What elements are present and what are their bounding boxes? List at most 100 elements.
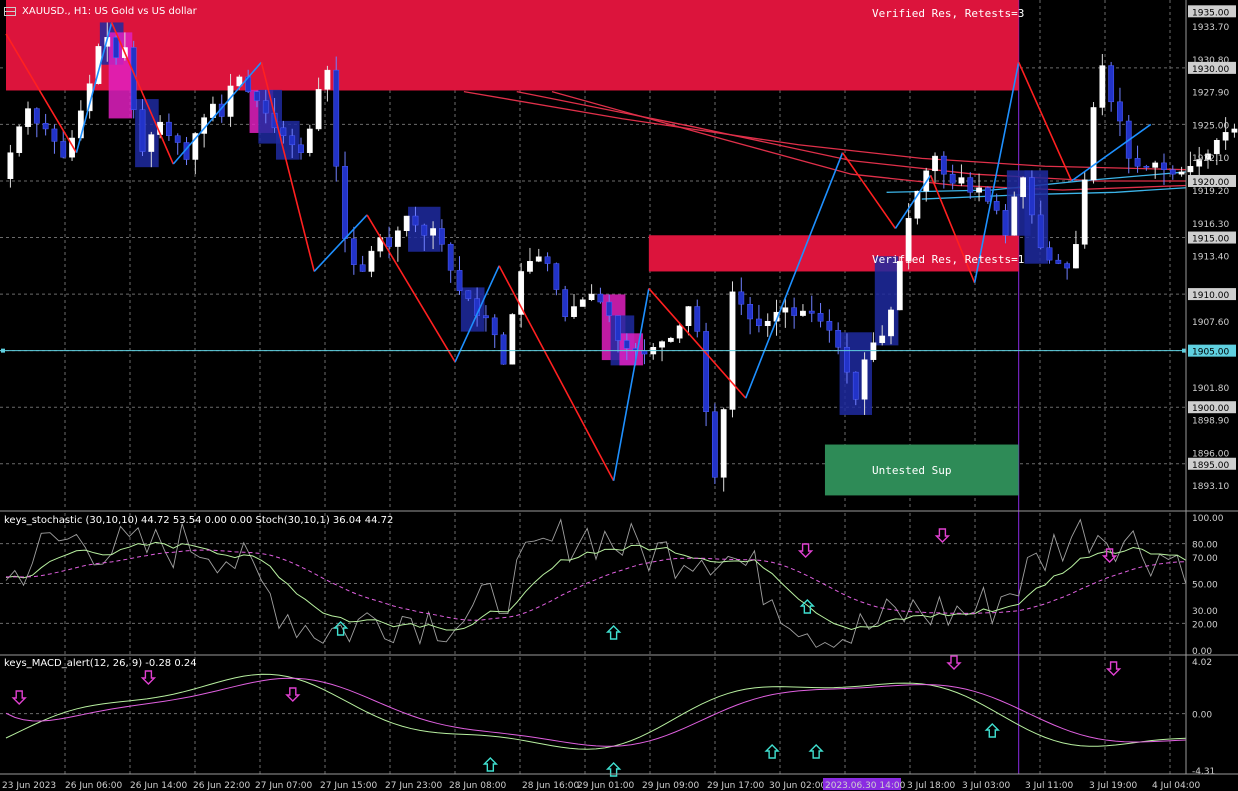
candle-body (289, 135, 296, 146)
candle-body (756, 318, 762, 327)
candle-body (1081, 179, 1088, 245)
time-tick-label: 27 Jun 23:00 (385, 781, 442, 791)
sell-arrow-icon (797, 543, 814, 558)
sell-arrow-icon (1105, 661, 1122, 676)
candle-body (870, 342, 877, 360)
candle-body (764, 320, 771, 327)
candle-body (166, 121, 172, 136)
candle-body (1037, 214, 1044, 248)
buy-arrow-icon (984, 723, 1000, 738)
supply-demand-zones (6, 0, 1019, 496)
candle-body (1213, 140, 1220, 155)
macd-panel (5, 655, 1187, 777)
candle-body (280, 127, 287, 136)
candle-body (1011, 196, 1018, 236)
candle-body (430, 228, 436, 236)
zone-label-resistance-1: Verified Res, Retests=1 (872, 253, 1025, 266)
buy-arrow-icon (482, 757, 499, 772)
candle-body (1064, 263, 1071, 269)
price-tick-label: 1919.20 (1192, 187, 1229, 197)
candle-body (782, 307, 789, 313)
candle-body (817, 313, 824, 322)
candle-body (1134, 158, 1141, 167)
swing-box (874, 256, 899, 346)
price-level-handle (1182, 348, 1186, 353)
candle-body (940, 155, 947, 175)
candle-body (1029, 177, 1035, 216)
candle-body (51, 128, 58, 142)
candlesticks (7, 22, 1238, 492)
time-tick-label: 3 Jul 19:00 (1089, 781, 1138, 791)
time-tick-label: 3 Jul 18:00 (907, 781, 956, 791)
candle-body (958, 177, 965, 184)
candle-body (16, 126, 23, 153)
price-tick-label: 1925.00 (1192, 121, 1229, 131)
candle-body (1099, 65, 1106, 108)
price-tick-label: 1913.40 (1192, 253, 1229, 263)
stochastic-title: keys_stochastic (30,10,10) 44.72 53.54 0… (4, 515, 394, 526)
candle-body (1143, 166, 1150, 168)
macd-main-line (5, 673, 1187, 750)
stoch-tick-label: 70.00 (1192, 554, 1218, 564)
price-tick-label: 1910.00 (1192, 291, 1229, 301)
candle-body (1187, 166, 1194, 173)
candle-body (720, 409, 727, 478)
candle-body (139, 109, 146, 152)
candle-body (588, 293, 595, 300)
price-tick-label: 1916.30 (1192, 220, 1229, 230)
candle-body (509, 314, 516, 365)
candle-body (544, 256, 551, 264)
horizontal-price-line[interactable] (0, 348, 1186, 353)
candle-body (306, 128, 313, 153)
candle-body (579, 299, 586, 307)
candle-body (984, 187, 991, 202)
candle-body (491, 317, 498, 336)
candle-body (439, 228, 445, 245)
candle-body (1152, 162, 1159, 168)
time-tick-label: 28 Jun 16:00 (522, 781, 579, 791)
candle-body (694, 306, 701, 332)
candle-body (597, 293, 604, 303)
stoch-tick-label: 100.00 (1192, 514, 1224, 524)
candle-body (25, 108, 31, 127)
swing-box (135, 99, 159, 168)
candle-body (888, 309, 894, 337)
price-tick-label: 1898.90 (1192, 417, 1229, 427)
time-tick-label: 26 Jun 22:00 (193, 781, 250, 791)
candle-body (500, 334, 507, 365)
candle-body (615, 315, 621, 341)
zigzag-segment (1017, 61, 1073, 182)
candle-body (571, 306, 577, 317)
zigzag-segment (894, 174, 932, 229)
candle-body (456, 270, 463, 291)
candle-body (421, 224, 428, 236)
price-tick-label: 1935.00 (1192, 8, 1229, 18)
price-tick-label: 1933.70 (1192, 23, 1229, 33)
stoch-tick-label: 20.00 (1192, 620, 1218, 630)
stoch-main-line (5, 541, 1187, 631)
candle-body (527, 261, 533, 272)
candle-body (967, 177, 974, 193)
trading-chart[interactable]: 1935.001933.701930.801930.001927.901925.… (0, 0, 1238, 791)
candle-body (562, 289, 569, 317)
buy-arrow-icon (764, 744, 780, 759)
candle-body (1231, 128, 1238, 133)
macd-tick-label: 4.02 (1192, 658, 1212, 668)
candle-body (800, 310, 806, 316)
candle-body (465, 290, 472, 299)
buy-arrow-icon (482, 757, 499, 772)
candle-body (1169, 169, 1176, 175)
sell-arrow-icon (11, 690, 27, 705)
candle-body (262, 100, 269, 114)
zigzag-segment (313, 214, 368, 273)
window-menu-icon[interactable] (4, 7, 16, 16)
candle-body (342, 166, 348, 239)
candle-body (1222, 132, 1229, 141)
candle-body (879, 335, 886, 343)
price-tick-label: 1901.80 (1192, 384, 1229, 394)
candle-body (33, 108, 40, 124)
price-tick-label: 1907.60 (1192, 318, 1229, 328)
candle-body (483, 315, 489, 319)
candle-body (826, 320, 833, 331)
sell-arrow-icon (285, 687, 301, 702)
